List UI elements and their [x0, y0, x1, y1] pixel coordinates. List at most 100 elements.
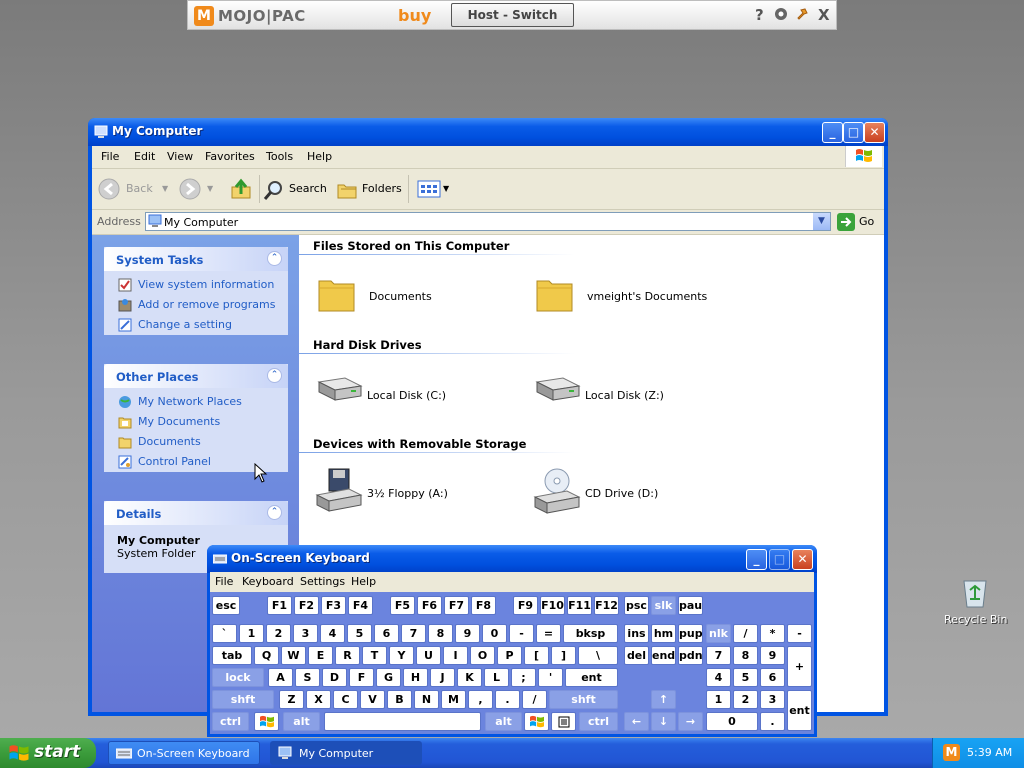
key-left-bracket[interactable]: [ [524, 646, 549, 665]
my-network-places-link[interactable]: My Network Places [104, 392, 288, 412]
key-z[interactable]: Z [279, 690, 304, 709]
maximize-button[interactable]: □ [843, 122, 864, 143]
my-documents-link[interactable]: My Documents [104, 412, 288, 432]
key-tab[interactable]: tab [212, 646, 252, 665]
address-field[interactable]: My Computer ▼ [145, 212, 831, 231]
key-right-windows[interactable] [524, 712, 549, 731]
key-f7[interactable]: F7 [444, 596, 469, 615]
view-system-information-link[interactable]: View system information [104, 275, 288, 295]
key-numpad-slash[interactable]: / [733, 624, 758, 643]
key-r[interactable]: R [335, 646, 360, 665]
key-numpad-minus[interactable]: - [787, 624, 812, 643]
recycle-bin[interactable]: Recycle Bin [944, 575, 1007, 635]
key-0[interactable]: 0 [482, 624, 507, 643]
floppy-drive-a[interactable]: 3½ Floppy (A:) [315, 467, 495, 515]
collapse-icon[interactable]: ⌃ [267, 505, 282, 520]
back-dropdown-icon[interactable]: ▼ [162, 176, 168, 202]
key-left-arrow[interactable]: ← [624, 712, 649, 731]
osk-menu-keyboard[interactable]: Keyboard [242, 575, 294, 588]
key-numpad-7[interactable]: 7 [706, 646, 731, 665]
key-l[interactable]: L [484, 668, 509, 687]
start-button[interactable]: start [0, 738, 96, 768]
key-numpad-9[interactable]: 9 [760, 646, 785, 665]
key-e[interactable]: E [308, 646, 333, 665]
key-left-windows[interactable] [254, 712, 279, 731]
forward-button[interactable]: ▼ [179, 176, 217, 202]
key-7[interactable]: 7 [401, 624, 426, 643]
collapse-icon[interactable]: ⌃ [267, 368, 282, 383]
key-del[interactable]: del [624, 646, 649, 665]
key-semicolon[interactable]: ; [511, 668, 536, 687]
osk-menu-file[interactable]: File [215, 575, 233, 588]
local-disk-c[interactable]: Local Disk (C:) [315, 374, 495, 414]
key-numpad-6[interactable]: 6 [760, 668, 785, 687]
key-right-ctrl[interactable]: ctrl [579, 712, 618, 731]
key-s[interactable]: S [295, 668, 320, 687]
key-f12[interactable]: F12 [594, 596, 619, 615]
key-backtick[interactable]: ` [212, 624, 237, 643]
key-b[interactable]: B [387, 690, 412, 709]
documents-link[interactable]: Documents [104, 432, 288, 452]
up-folder-button[interactable] [228, 176, 254, 202]
key-f6[interactable]: F6 [417, 596, 442, 615]
key-numpad-2[interactable]: 2 [733, 690, 758, 709]
key-f3[interactable]: F3 [321, 596, 346, 615]
key-p[interactable]: P [497, 646, 522, 665]
menu-favorites[interactable]: Favorites [205, 150, 255, 163]
key-numpad-1[interactable]: 1 [706, 690, 731, 709]
key-8[interactable]: 8 [428, 624, 453, 643]
key-slk[interactable]: slk [651, 596, 676, 615]
key-home[interactable]: hm [651, 624, 676, 643]
settings-icon[interactable] [774, 7, 788, 25]
key-t[interactable]: T [362, 646, 387, 665]
my-computer-titlebar[interactable]: My Computer _ □ ✕ [88, 118, 888, 146]
vmeight-documents-folder[interactable]: vmeight's Documents [535, 275, 755, 315]
key-numpad-3[interactable]: 3 [760, 690, 785, 709]
key-right-shift[interactable]: shft [549, 690, 618, 709]
mojopac-tray-icon[interactable]: M [943, 744, 960, 761]
minimize-button[interactable]: _ [746, 549, 767, 570]
views-button[interactable]: ▼ [417, 176, 451, 202]
add-remove-programs-link[interactable]: Add or remove programs [104, 295, 288, 315]
change-setting-link[interactable]: Change a setting [104, 315, 288, 335]
key-enter[interactable]: ent [565, 668, 618, 687]
collapse-icon[interactable]: ⌃ [267, 251, 282, 266]
key-g[interactable]: G [376, 668, 401, 687]
key-1[interactable]: 1 [239, 624, 264, 643]
key-ins[interactable]: ins [624, 624, 649, 643]
osk-menu-settings[interactable]: Settings [300, 575, 345, 588]
documents-folder[interactable]: Documents [317, 275, 497, 315]
key-f4[interactable]: F4 [348, 596, 373, 615]
key-w[interactable]: W [281, 646, 306, 665]
cd-drive-d[interactable]: CD Drive (D:) [533, 467, 713, 515]
close-button[interactable]: ✕ [864, 122, 885, 143]
close-icon[interactable]: X [818, 6, 830, 24]
key-f2[interactable]: F2 [294, 596, 319, 615]
menu-edit[interactable]: Edit [134, 150, 155, 163]
key-comma[interactable]: , [468, 690, 493, 709]
key-pau[interactable]: pau [678, 596, 703, 615]
key-period[interactable]: . [495, 690, 520, 709]
taskbar-item-my-computer[interactable]: My Computer [270, 741, 422, 765]
key-numpad-dot[interactable]: . [760, 712, 785, 731]
menu-view[interactable]: View [167, 150, 193, 163]
system-tasks-header[interactable]: System Tasks ⌃ [104, 247, 288, 271]
key-pagedown[interactable]: pdn [678, 646, 703, 665]
details-header[interactable]: Details ⌃ [104, 501, 288, 525]
key-k[interactable]: K [457, 668, 482, 687]
other-places-header[interactable]: Other Places ⌃ [104, 364, 288, 388]
key-x[interactable]: X [306, 690, 331, 709]
osk-titlebar[interactable]: On-Screen Keyboard _ □ ✕ [207, 545, 817, 573]
close-button[interactable]: ✕ [792, 549, 813, 570]
help-icon[interactable]: ? [755, 6, 764, 24]
key-equals[interactable]: = [536, 624, 561, 643]
key-capslock[interactable]: lock [212, 668, 264, 687]
key-f9[interactable]: F9 [513, 596, 538, 615]
key-f1[interactable]: F1 [267, 596, 292, 615]
key-down-arrow[interactable]: ↓ [651, 712, 676, 731]
key-minus[interactable]: - [509, 624, 534, 643]
key-6[interactable]: 6 [374, 624, 399, 643]
key-c[interactable]: C [333, 690, 358, 709]
key-end[interactable]: end [651, 646, 676, 665]
key-f10[interactable]: F10 [540, 596, 565, 615]
